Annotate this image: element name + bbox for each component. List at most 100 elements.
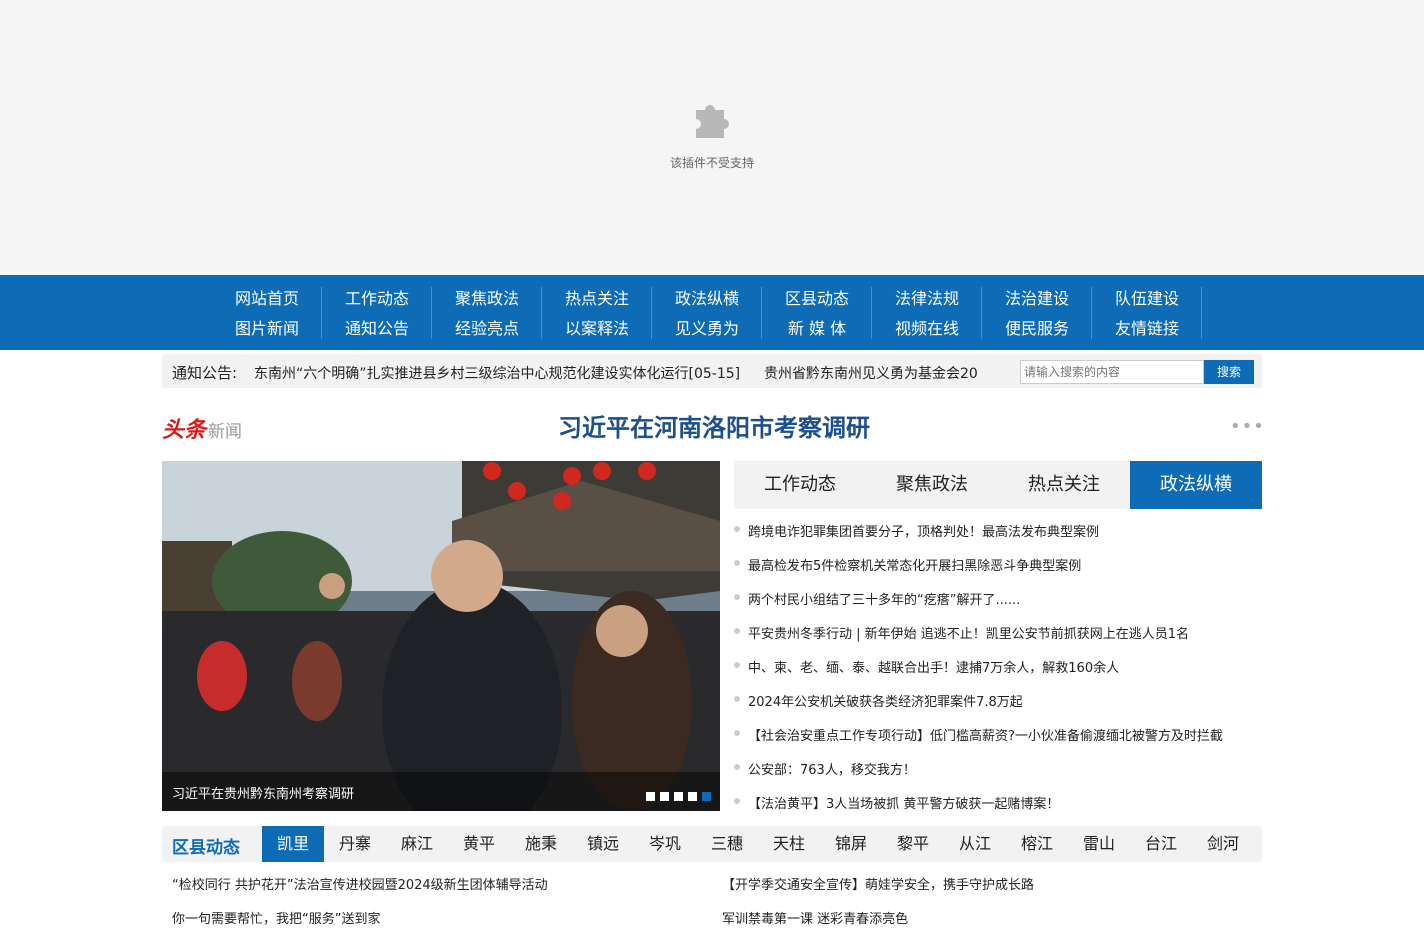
notice-label: 通知公告:: [172, 364, 238, 382]
nav-link[interactable]: 区县动态: [762, 285, 872, 309]
tab-politics-law-overview[interactable]: 政法纵横: [1130, 461, 1262, 509]
bullet-dot: [734, 662, 740, 668]
headline-logo: 头条 新闻: [162, 412, 243, 443]
notice-item[interactable]: 东南州“六个明确”扎实推进县乡村三级综治中心规范化建设实体化运行[05-15]: [254, 363, 740, 383]
list-item-title: 【法治黄平】3人当场被抓 黄平警方破获一起赌博案！: [748, 797, 1060, 812]
county-news-item[interactable]: “检校同行 共护花开”法治宣传进校园暨2024级新生团体辅导活动: [172, 874, 548, 893]
tab-hot-topics[interactable]: 热点关注: [998, 461, 1130, 509]
nav-column: 网站首页 图片新闻: [212, 275, 322, 350]
county-tab[interactable]: 剑河: [1192, 826, 1254, 862]
list-item-title: 公安部：763人，移交我方！: [748, 763, 916, 778]
list-item[interactable]: 2024年公安机关破获各类经济犯罪案件7.8万起: [734, 683, 1264, 717]
slider-caption[interactable]: 习近平在贵州黔东南州考察调研: [172, 783, 354, 802]
nav-link[interactable]: 网站首页: [212, 285, 322, 309]
bullet-dot: [734, 798, 740, 804]
county-tab[interactable]: 丹寨: [324, 826, 386, 862]
county-tab[interactable]: 雷山: [1068, 826, 1130, 862]
county-tab[interactable]: 镇远: [572, 826, 634, 862]
list-item[interactable]: 【社会治安重点工作专项行动】低门槛高薪资?一小伙准备偷渡缅北被警方及时拦截: [734, 717, 1264, 751]
county-tab[interactable]: 榕江: [1006, 826, 1068, 862]
county-section-title: 区县动态: [172, 838, 240, 858]
list-item-title: 最高检发布5件检察机关常态化开展扫黑除恶斗争典型案例: [748, 559, 1082, 574]
nav-column: 队伍建设 友情链接: [1092, 275, 1202, 350]
county-bar: 区县动态 凯里 丹寨 麻江 黄平 施秉 镇远 岑巩 三穗 天柱 锦屏 黎平 从江 榕江 雷山 台江 剑河: [162, 826, 1262, 862]
county-tab[interactable]: 三穗: [696, 826, 758, 862]
list-item-title: 平安贵州冬季行动 | 新年伊始 追逃不止！凯里公安节前抓获网上在逃人员1名: [748, 627, 1190, 642]
nav-link[interactable]: 见义勇为: [652, 315, 762, 339]
news-photo: [162, 461, 720, 811]
county-news-item[interactable]: 【开学季交通安全宣传】萌娃学安全，携手守护成长路: [722, 874, 1034, 893]
tab-work-news[interactable]: 工作动态: [734, 461, 866, 509]
list-item[interactable]: 平安贵州冬季行动 | 新年伊始 追逃不止！凯里公安节前抓获网上在逃人员1名: [734, 615, 1264, 649]
puzzle-icon: [696, 105, 729, 138]
list-item[interactable]: 公安部：763人，移交我方！: [734, 751, 1264, 785]
notice-item[interactable]: 贵州省黔东南州见义勇为基金会20: [764, 363, 978, 383]
county-tab[interactable]: 麻江: [386, 826, 448, 862]
nav-column: 政法纵横 见义勇为: [652, 275, 762, 350]
nav-link[interactable]: 视频在线: [872, 315, 982, 339]
plugin-placeholder: 该插件不受支持: [0, 0, 1424, 275]
nav-link[interactable]: 政法纵横: [652, 285, 762, 309]
nav-link[interactable]: 通知公告: [322, 315, 432, 339]
nav-column: 工作动态 通知公告: [322, 275, 432, 350]
bullet-dot: [734, 560, 740, 566]
slider-dot[interactable]: [646, 792, 655, 801]
slider-dot[interactable]: [702, 792, 711, 801]
list-item-title: 2024年公安机关破获各类经济犯罪案件7.8万起: [748, 695, 1023, 710]
list-item[interactable]: 【法治黄平】3人当场被抓 黄平警方破获一起赌博案！: [734, 785, 1264, 819]
search-button[interactable]: 搜索: [1204, 360, 1254, 384]
county-tab[interactable]: 凯里: [262, 826, 324, 862]
search-input[interactable]: [1020, 360, 1204, 384]
nav-link[interactable]: 热点关注: [542, 285, 652, 309]
county-tab[interactable]: 天柱: [758, 826, 820, 862]
list-item-title: 跨境电诈犯罪集团首要分子，顶格判处！最高法发布典型案例: [748, 525, 1100, 540]
slider-dots: [646, 786, 716, 805]
slider-dot[interactable]: [674, 792, 683, 801]
headline-title[interactable]: 习近平在河南洛阳市考察调研: [300, 408, 1128, 443]
bullet-dot: [734, 628, 740, 634]
notice-ticker: 东南州“六个明确”扎实推进县乡村三级综治中心规范化建设实体化运行[05-15] …: [254, 354, 1142, 388]
nav-link[interactable]: 新 媒 体: [762, 315, 872, 339]
list-item-title: 两个村民小组结了三十多年的“疙瘩”解开了......: [748, 593, 1021, 608]
nav-column: 聚焦政法 经验亮点: [432, 275, 542, 350]
bullet-dot: [734, 764, 740, 770]
nav-column: 法律法规 视频在线: [872, 275, 982, 350]
county-tab[interactable]: 锦屏: [820, 826, 882, 862]
county-news-item[interactable]: 你一句需要帮忙，我把“服务”送到家: [172, 908, 380, 927]
county-tab[interactable]: 黎平: [882, 826, 944, 862]
list-item[interactable]: 跨境电诈犯罪集团首要分子，顶格判处！最高法发布典型案例: [734, 513, 1264, 547]
slider-dot[interactable]: [688, 792, 697, 801]
more-dots-icon[interactable]: •••: [1230, 416, 1265, 437]
nav-link[interactable]: 友情链接: [1092, 315, 1202, 339]
nav-link[interactable]: 以案释法: [542, 315, 652, 339]
nav-link[interactable]: 法治建设: [982, 285, 1092, 309]
county-tab[interactable]: 从江: [944, 826, 1006, 862]
list-item[interactable]: 中、柬、老、缅、泰、越联合出手！逮捕7万余人，解救160余人: [734, 649, 1264, 683]
image-slider[interactable]: 习近平在贵州黔东南州考察调研: [162, 461, 720, 811]
nav-link[interactable]: 聚焦政法: [432, 285, 542, 309]
notice-bar: 通知公告: 东南州“六个明确”扎实推进县乡村三级综治中心规范化建设实体化运行[0…: [162, 354, 1262, 388]
bullet-dot: [734, 594, 740, 600]
county-tab[interactable]: 岑巩: [634, 826, 696, 862]
county-news-item[interactable]: 军训禁毒第一课 迷彩青春添亮色: [722, 908, 908, 927]
list-item[interactable]: 两个村民小组结了三十多年的“疙瘩”解开了......: [734, 581, 1264, 615]
notice-item-date: [05-15]: [688, 366, 741, 382]
nav-link[interactable]: 法律法规: [872, 285, 982, 309]
bullet-dot: [734, 526, 740, 532]
bullet-dot: [734, 696, 740, 702]
tab-focus-politics-law[interactable]: 聚焦政法: [866, 461, 998, 509]
county-tab[interactable]: 施秉: [510, 826, 572, 862]
news-tabs: 工作动态 聚焦政法 热点关注 政法纵横: [734, 461, 1262, 509]
nav-link[interactable]: 工作动态: [322, 285, 432, 309]
nav-link[interactable]: 便民服务: [982, 315, 1092, 339]
nav-link[interactable]: 队伍建设: [1092, 285, 1202, 309]
slider-dot[interactable]: [660, 792, 669, 801]
nav-link[interactable]: 图片新闻: [212, 315, 322, 339]
list-item[interactable]: 最高检发布5件检察机关常态化开展扫黑除恶斗争典型案例: [734, 547, 1264, 581]
county-tab[interactable]: 台江: [1130, 826, 1192, 862]
headline-logo-grey: 新闻: [208, 422, 243, 442]
headline-logo-red: 头条: [162, 417, 207, 443]
nav-column: 热点关注 以案释法: [542, 275, 652, 350]
nav-link[interactable]: 经验亮点: [432, 315, 542, 339]
county-tab[interactable]: 黄平: [448, 826, 510, 862]
